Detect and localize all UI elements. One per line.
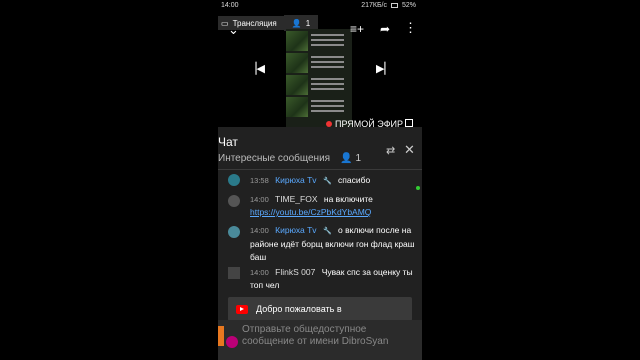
live-chat-panel: Чат Интересные сообщения 👤 1 ⇄ ✕ 13:58 К… — [218, 127, 422, 360]
message-link[interactable]: https://youtu.be/CzPbKdYbAMQ — [250, 207, 371, 217]
person-icon: 👤 — [340, 153, 353, 164]
message-author[interactable]: TIME_FOX — [275, 194, 318, 204]
chat-message: 14:00 Кирюха Tv 🔧 о включи после на райо… — [226, 224, 420, 264]
youtube-logo-icon — [236, 304, 248, 314]
avatar — [228, 226, 240, 238]
chat-message: 14:00 FlinkS 007 Чувак спс за оценку ты … — [226, 266, 420, 292]
status-bar: 14:00 217КБ/с 52% — [218, 0, 422, 11]
chat-title: Чат — [218, 135, 238, 149]
message-author[interactable]: Кирюха Tv — [275, 175, 316, 185]
close-icon[interactable]: ✕ — [404, 142, 415, 158]
stream-label: Трансляция — [232, 18, 277, 28]
net-speed: 217КБ/с — [361, 2, 387, 9]
green-dot-icon — [416, 186, 420, 190]
phone-screen: 14:00 217КБ/с 52% ▭ Трансляция 👤 1 ⌄ ≡+ … — [218, 0, 422, 360]
welcome-banner: Добро пожаловать в — [228, 297, 412, 321]
tune-icon[interactable]: ⇄ — [386, 144, 395, 157]
skip-previous-icon[interactable]: ▕◀ — [248, 64, 265, 75]
avatar — [228, 267, 240, 279]
add-to-queue-icon[interactable]: ≡+ — [350, 23, 364, 35]
person-icon: 👤 — [291, 18, 302, 28]
signal-icon — [390, 3, 398, 8]
fullscreen-icon[interactable] — [405, 119, 413, 127]
avatar — [226, 336, 238, 348]
skip-next-icon[interactable]: ▶▏ — [376, 64, 393, 75]
message-time: 13:58 — [250, 176, 269, 185]
message-author[interactable]: Кирюха Tv — [275, 225, 316, 235]
battery-level: 52% — [401, 2, 416, 9]
status-right: 217КБ/с 52% — [361, 2, 416, 9]
chat-message: 13:58 Кирюха Tv 🔧 спасибо — [226, 174, 420, 188]
share-icon[interactable]: ➦ — [380, 23, 390, 35]
message-text: спасибо — [338, 175, 371, 185]
divider — [218, 169, 422, 170]
wrench-icon: 🔧 — [322, 228, 332, 235]
video-player[interactable]: ▭ Трансляция 👤 1 ⌄ ≡+ ➦ ⋮ ▕◀ ▶▏ ПРЯМОЙ Э… — [218, 11, 422, 137]
message-time: 14:00 — [250, 268, 269, 277]
wrench-icon: 🔧 — [322, 178, 332, 185]
chat-message: 14:00 TIME_FOX на включите https://youtu… — [226, 193, 420, 219]
chat-viewer-count: 👤 1 — [340, 153, 361, 164]
chat-subtitle: Интересные сообщения — [218, 153, 331, 164]
chat-input[interactable]: Отправьте общедоступное сообщение от име… — [218, 320, 422, 360]
chevron-down-icon[interactable]: ⌄ — [228, 23, 239, 36]
message-author[interactable]: FlinkS 007 — [275, 267, 315, 277]
message-text: на включите — [323, 194, 373, 204]
chat-viewer-count-value: 1 — [355, 153, 362, 164]
chat-filter-dropdown[interactable]: Интересные сообщения 👤 1 — [218, 153, 361, 164]
message-time: 14:00 — [250, 226, 269, 235]
expand-tab[interactable] — [218, 326, 224, 346]
avatar — [228, 195, 240, 207]
message-time: 14:00 — [250, 195, 269, 204]
status-time: 14:00 — [221, 2, 239, 9]
more-vert-icon[interactable]: ⋮ — [404, 21, 417, 34]
chat-input-placeholder[interactable]: Отправьте общедоступное сообщение от име… — [242, 324, 417, 348]
viewer-count: 1 — [305, 18, 311, 28]
avatar — [228, 174, 240, 186]
welcome-text: Добро пожаловать в — [256, 304, 342, 314]
